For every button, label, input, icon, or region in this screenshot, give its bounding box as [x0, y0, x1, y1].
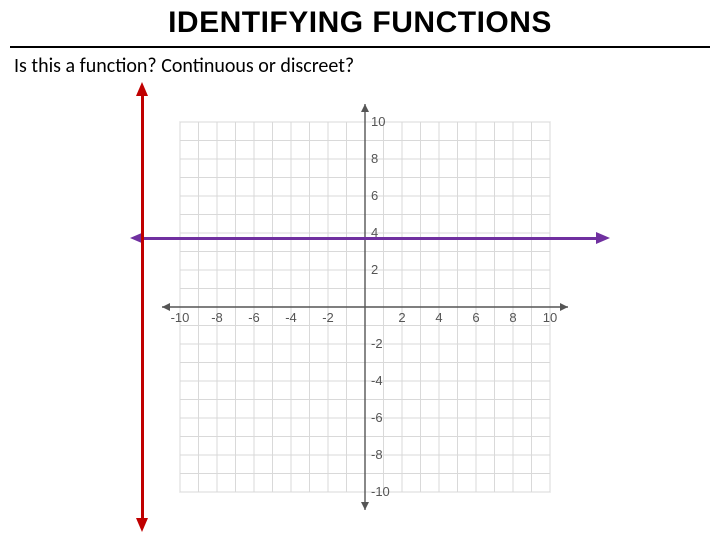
- svg-text:2: 2: [371, 262, 378, 277]
- svg-text:2: 2: [398, 310, 405, 325]
- svg-text:-6: -6: [371, 410, 383, 425]
- svg-text:-4: -4: [371, 373, 383, 388]
- y-axis-arrow-down-icon: [361, 502, 369, 510]
- svg-text:-6: -6: [248, 310, 260, 325]
- purple-arrow-right-icon: [596, 232, 610, 244]
- coordinate-plane: placeholder -10-8-6-4-2246810-10-8-6-4-2…: [150, 92, 580, 522]
- svg-text:8: 8: [371, 151, 378, 166]
- subtitle-question: Is this a function? Continuous or discre…: [14, 54, 354, 78]
- y-axis-arrow-up-icon: [361, 104, 369, 112]
- svg-text:-2: -2: [322, 310, 334, 325]
- svg-text:-8: -8: [211, 310, 223, 325]
- x-axis-arrow-right-icon: [560, 303, 568, 311]
- page-title: IDENTIFYING FUNCTIONS: [0, 6, 720, 40]
- svg-text:-8: -8: [371, 447, 383, 462]
- svg-text:4: 4: [435, 310, 442, 325]
- svg-text:10: 10: [543, 310, 557, 325]
- svg-text:-4: -4: [285, 310, 297, 325]
- svg-text:6: 6: [371, 188, 378, 203]
- red-arrow-up-icon: [136, 82, 148, 96]
- svg-text:8: 8: [509, 310, 516, 325]
- svg-text:-10: -10: [371, 484, 390, 499]
- svg-text:-10: -10: [171, 310, 190, 325]
- svg-text:10: 10: [371, 114, 385, 129]
- grid-svg: placeholder -10-8-6-4-2246810-10-8-6-4-2…: [150, 92, 580, 522]
- red-arrow-down-icon: [136, 518, 148, 532]
- vertical-line-test: [141, 92, 144, 522]
- svg-text:6: 6: [472, 310, 479, 325]
- svg-text:-2: -2: [371, 336, 383, 351]
- x-axis-arrow-left-icon: [162, 303, 170, 311]
- title-underline: [10, 46, 710, 48]
- graph-horizontal-line: [140, 237, 598, 240]
